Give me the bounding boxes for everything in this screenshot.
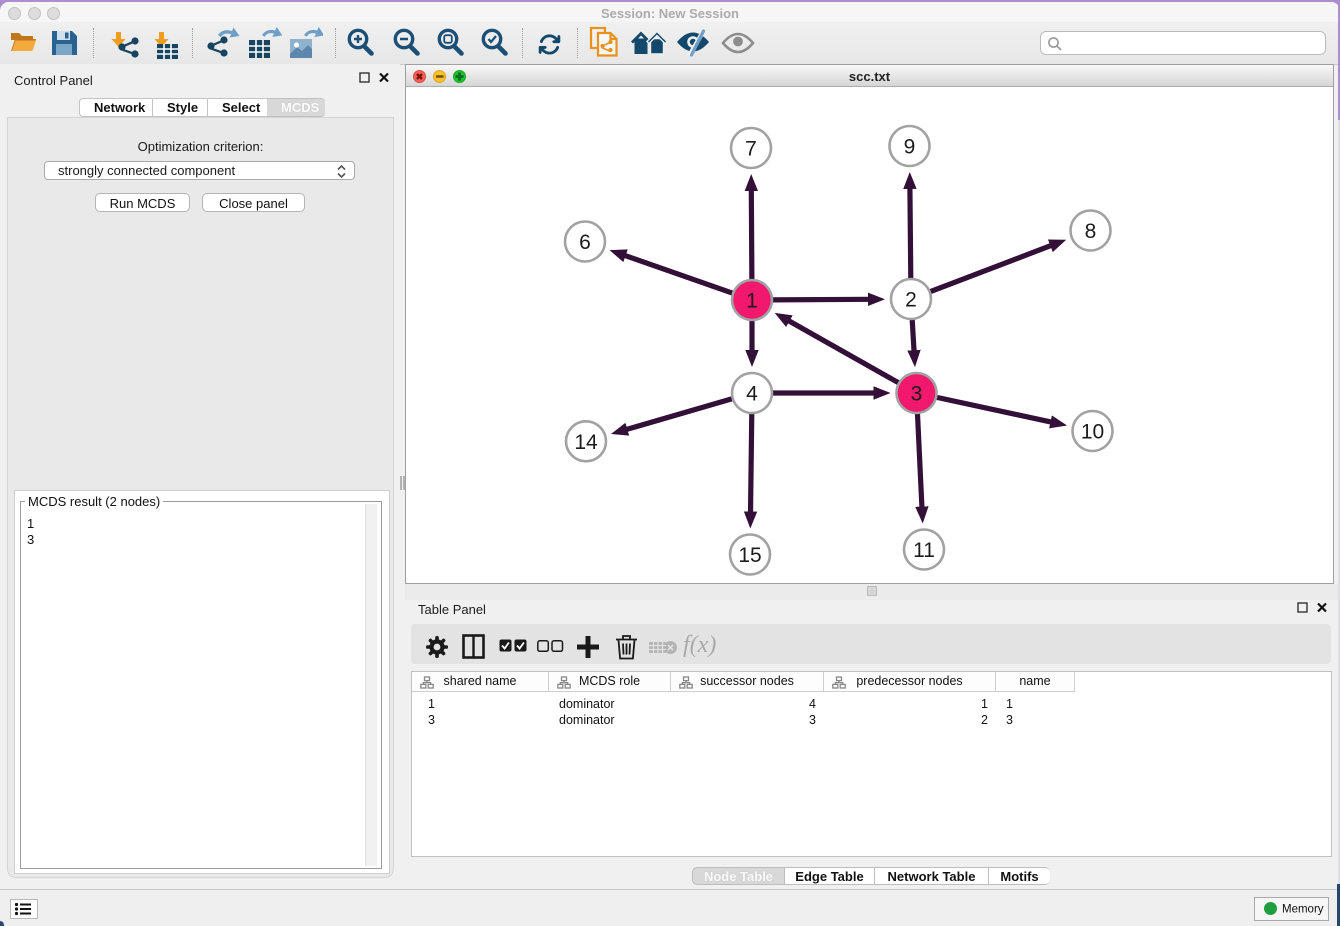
svg-text:14: 14: [574, 431, 598, 454]
svg-text:6: 6: [579, 231, 591, 254]
svg-text:7: 7: [745, 138, 757, 161]
svg-text:8: 8: [1085, 220, 1097, 243]
svg-text:4: 4: [746, 383, 758, 406]
svg-text:9: 9: [904, 136, 916, 159]
svg-text:10: 10: [1081, 421, 1104, 444]
svg-text:11: 11: [913, 539, 935, 562]
svg-text:15: 15: [738, 544, 761, 567]
svg-text:3: 3: [911, 383, 923, 406]
svg-text:1: 1: [746, 290, 758, 313]
svg-text:2: 2: [905, 289, 917, 312]
